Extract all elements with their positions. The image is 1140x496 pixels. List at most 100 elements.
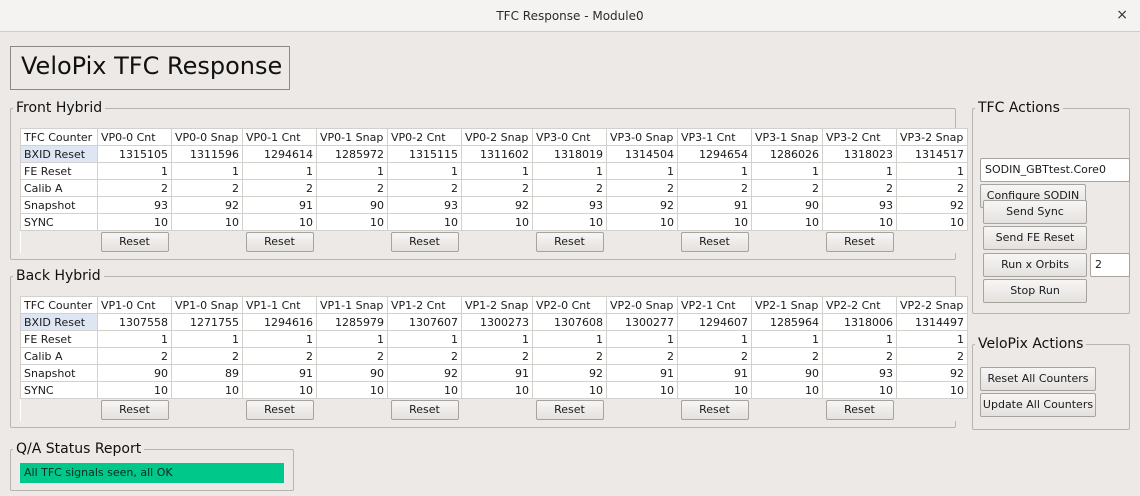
counter-cell[interactable]: 2: [461, 179, 533, 197]
counter-cell[interactable]: 93: [532, 196, 607, 214]
counter-cell[interactable]: 2: [316, 347, 388, 365]
counter-cell[interactable]: 10: [387, 381, 462, 399]
reset-button[interactable]: Reset: [825, 232, 894, 252]
counter-cell[interactable]: 1: [896, 162, 968, 180]
counter-cell[interactable]: 1: [532, 330, 607, 348]
reset-button[interactable]: Reset: [535, 400, 604, 420]
counter-cell[interactable]: 10: [606, 381, 678, 399]
counter-cell[interactable]: 91: [242, 196, 317, 214]
counter-cell[interactable]: 1285979: [316, 313, 388, 331]
reset-button[interactable]: Reset: [390, 400, 459, 420]
row-label[interactable]: Snapshot: [20, 364, 98, 382]
counter-cell[interactable]: 2: [97, 347, 172, 365]
counter-cell[interactable]: 90: [751, 364, 823, 382]
counter-cell[interactable]: 2: [822, 179, 897, 197]
counter-cell[interactable]: 1: [461, 330, 533, 348]
counter-cell[interactable]: 1294616: [242, 313, 317, 331]
counter-cell[interactable]: 1314517: [896, 145, 968, 163]
counter-cell[interactable]: 92: [896, 364, 968, 382]
counter-cell[interactable]: 1: [751, 162, 823, 180]
counter-cell[interactable]: 93: [822, 196, 897, 214]
counter-cell[interactable]: 1307558: [97, 313, 172, 331]
counter-cell[interactable]: 1: [316, 330, 388, 348]
counter-cell[interactable]: 10: [171, 381, 243, 399]
counter-cell[interactable]: 1: [387, 330, 462, 348]
row-label[interactable]: SYNC: [20, 213, 98, 231]
reset-button[interactable]: Reset: [245, 400, 314, 420]
counter-cell[interactable]: 10: [461, 213, 533, 231]
counter-cell[interactable]: 2: [822, 347, 897, 365]
counter-cell[interactable]: 10: [896, 381, 968, 399]
counter-cell[interactable]: 10: [532, 213, 607, 231]
row-label[interactable]: FE Reset: [20, 330, 98, 348]
counter-cell[interactable]: 90: [97, 364, 172, 382]
counter-cell[interactable]: 1300273: [461, 313, 533, 331]
counter-cell[interactable]: 1: [677, 162, 752, 180]
reset-button[interactable]: Reset: [390, 232, 459, 252]
counter-cell[interactable]: 2: [606, 347, 678, 365]
counter-cell[interactable]: 1: [822, 330, 897, 348]
counter-cell[interactable]: 1: [242, 162, 317, 180]
counter-cell[interactable]: 10: [532, 381, 607, 399]
counter-cell[interactable]: 91: [606, 364, 678, 382]
close-icon[interactable]: ×: [1116, 7, 1128, 23]
counter-cell[interactable]: 2: [387, 347, 462, 365]
counter-cell[interactable]: 1294614: [242, 145, 317, 163]
counter-cell[interactable]: 1: [171, 162, 243, 180]
counter-cell[interactable]: 90: [316, 364, 388, 382]
counter-cell[interactable]: 1318023: [822, 145, 897, 163]
row-label[interactable]: Snapshot: [20, 196, 98, 214]
counter-cell[interactable]: 1: [532, 162, 607, 180]
counter-cell[interactable]: 10: [242, 381, 317, 399]
counter-cell[interactable]: 1: [896, 330, 968, 348]
sodin-target-field[interactable]: SODIN_GBTtest.Core0: [980, 158, 1130, 182]
counter-cell[interactable]: 1307608: [532, 313, 607, 331]
counter-cell[interactable]: 10: [461, 381, 533, 399]
row-label[interactable]: BXID Reset: [20, 313, 98, 331]
counter-cell[interactable]: 1315115: [387, 145, 462, 163]
row-label[interactable]: Calib A: [20, 347, 98, 365]
stop-run-button[interactable]: Stop Run: [983, 279, 1087, 303]
update-all-counters-button[interactable]: Update All Counters: [980, 393, 1096, 417]
counter-cell[interactable]: 1: [677, 330, 752, 348]
reset-button[interactable]: Reset: [825, 400, 894, 420]
reset-button[interactable]: Reset: [535, 232, 604, 252]
counter-cell[interactable]: 1300277: [606, 313, 678, 331]
counter-cell[interactable]: 10: [751, 381, 823, 399]
send-fe-reset-button[interactable]: Send FE Reset: [983, 226, 1087, 250]
counter-cell[interactable]: 1271755: [171, 313, 243, 331]
counter-cell[interactable]: 10: [606, 213, 678, 231]
counter-cell[interactable]: 2: [677, 347, 752, 365]
counter-cell[interactable]: 1: [316, 162, 388, 180]
counter-cell[interactable]: 10: [171, 213, 243, 231]
counter-cell[interactable]: 1294654: [677, 145, 752, 163]
counter-cell[interactable]: 1: [171, 330, 243, 348]
counter-cell[interactable]: 92: [532, 364, 607, 382]
counter-cell[interactable]: 1: [387, 162, 462, 180]
orbits-count-input[interactable]: 2: [1090, 253, 1130, 277]
counter-cell[interactable]: 2: [896, 347, 968, 365]
counter-cell[interactable]: 10: [387, 213, 462, 231]
counter-cell[interactable]: 92: [171, 196, 243, 214]
row-label[interactable]: FE Reset: [20, 162, 98, 180]
counter-cell[interactable]: 10: [316, 381, 388, 399]
counter-cell[interactable]: 10: [242, 213, 317, 231]
reset-all-counters-button[interactable]: Reset All Counters: [980, 367, 1096, 391]
counter-cell[interactable]: 1315105: [97, 145, 172, 163]
counter-cell[interactable]: 10: [677, 381, 752, 399]
counter-cell[interactable]: 89: [171, 364, 243, 382]
counter-cell[interactable]: 2: [171, 347, 243, 365]
counter-cell[interactable]: 1314504: [606, 145, 678, 163]
reset-button[interactable]: Reset: [680, 232, 749, 252]
counter-cell[interactable]: 1: [242, 330, 317, 348]
row-label[interactable]: SYNC: [20, 381, 98, 399]
counter-cell[interactable]: 1286026: [751, 145, 823, 163]
counter-cell[interactable]: 2: [316, 179, 388, 197]
counter-cell[interactable]: 2: [171, 179, 243, 197]
reset-button[interactable]: Reset: [245, 232, 314, 252]
counter-cell[interactable]: 10: [822, 213, 897, 231]
counter-cell[interactable]: 90: [751, 196, 823, 214]
counter-cell[interactable]: 2: [461, 347, 533, 365]
counter-cell[interactable]: 1311602: [461, 145, 533, 163]
run-orbits-button[interactable]: Run x Orbits: [983, 253, 1087, 277]
